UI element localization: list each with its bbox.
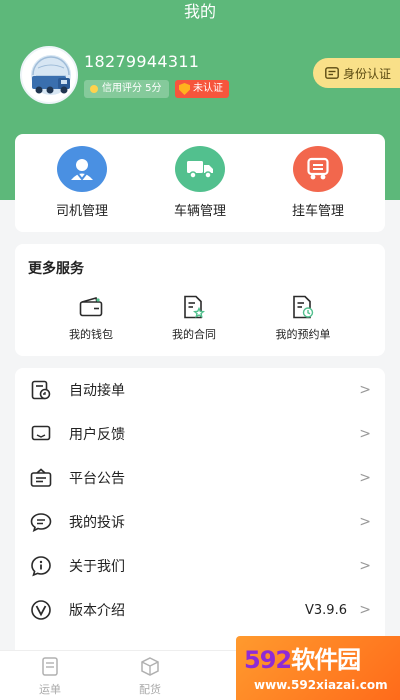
- reservation-label: 我的预约单: [275, 328, 331, 341]
- reservation-button[interactable]: 我的预约单: [253, 294, 353, 342]
- tab-cargo[interactable]: 配货: [120, 657, 180, 697]
- trailer-management-label: 挂车管理: [291, 204, 344, 219]
- truck-icon: [175, 146, 225, 192]
- phone-number: 18279944311: [84, 52, 200, 71]
- complaint-icon: [30, 511, 52, 533]
- driver-management-button[interactable]: 司机管理: [32, 146, 132, 219]
- feedback-icon: [30, 423, 52, 445]
- list-item-feedback[interactable]: 用户反馈 >: [15, 412, 385, 456]
- credit-score-badge: 信用评分 5分: [84, 80, 169, 98]
- more-services-title: 更多服务: [28, 261, 84, 277]
- coin-icon: [90, 85, 98, 93]
- watermark-url: www.592xiazai.com: [254, 678, 388, 692]
- chevron-right-icon: >: [359, 558, 371, 574]
- chevron-right-icon: >: [359, 470, 371, 486]
- driver-management-label: 司机管理: [55, 204, 108, 219]
- announcement-label: 平台公告: [69, 471, 125, 487]
- contract-button[interactable]: 我的合同: [144, 294, 244, 342]
- credit-score-label: 信用评分 5分: [102, 83, 162, 94]
- auto-order-icon: [30, 379, 52, 401]
- driver-icon: [57, 146, 107, 192]
- list-item-complaint[interactable]: 我的投诉 >: [15, 500, 385, 544]
- vehicle-management-button[interactable]: 车辆管理: [150, 146, 250, 219]
- chevron-right-icon: >: [359, 602, 371, 618]
- list-item-version[interactable]: 版本介绍 V3.9.6 >: [15, 588, 385, 632]
- feedback-label: 用户反馈: [69, 427, 125, 443]
- watermark-brand: 592软件园: [244, 646, 361, 674]
- wallet-label: 我的钱包: [69, 328, 113, 341]
- list-item-auto-order[interactable]: 自动接单 >: [15, 368, 385, 412]
- auto-order-label: 自动接单: [69, 383, 125, 399]
- version-icon: [30, 599, 52, 621]
- unverified-badge: 未认证: [175, 80, 229, 98]
- avatar[interactable]: [20, 46, 78, 104]
- more-services-card: 更多服务 我的钱包 我的合同 我的预约单: [15, 244, 385, 356]
- id-card-icon: [325, 67, 339, 79]
- trailer-icon: [293, 146, 343, 192]
- contract-icon: [144, 294, 244, 320]
- info-icon: [30, 555, 52, 577]
- version-label: 版本介绍: [69, 603, 125, 619]
- waybill-icon: [20, 657, 80, 677]
- unverified-label: 未认证: [193, 83, 223, 94]
- list-item-announcement[interactable]: 平台公告 >: [15, 456, 385, 500]
- vehicle-management-label: 车辆管理: [173, 204, 226, 219]
- tab-waybill[interactable]: 运单: [20, 657, 80, 697]
- tab-waybill-label: 运单: [39, 683, 61, 696]
- trailer-management-button[interactable]: 挂车管理: [268, 146, 368, 219]
- complaint-label: 我的投诉: [69, 515, 125, 531]
- announcement-icon: [30, 467, 52, 489]
- contract-label: 我的合同: [172, 328, 216, 341]
- chevron-right-icon: >: [359, 426, 371, 442]
- management-card: 司机管理 车辆管理 挂车管理: [15, 134, 385, 232]
- list-item-about-us[interactable]: 关于我们 >: [15, 544, 385, 588]
- wallet-icon: [41, 294, 141, 320]
- identity-verify-label: 身份认证: [343, 66, 392, 81]
- cargo-icon: [120, 657, 180, 677]
- chevron-right-icon: >: [359, 382, 371, 398]
- page-title: 我的: [183, 2, 216, 21]
- reservation-icon: [253, 294, 353, 320]
- wallet-button[interactable]: 我的钱包: [41, 294, 141, 342]
- version-number: V3.9.6: [305, 602, 347, 618]
- watermark-logo: 592软件园 www.592xiazai.com: [236, 636, 400, 700]
- shield-icon: [179, 83, 190, 95]
- about-us-label: 关于我们: [69, 559, 125, 575]
- identity-verify-button[interactable]: 身份认证: [313, 58, 400, 88]
- tab-cargo-label: 配货: [139, 683, 161, 696]
- chevron-right-icon: >: [359, 514, 371, 530]
